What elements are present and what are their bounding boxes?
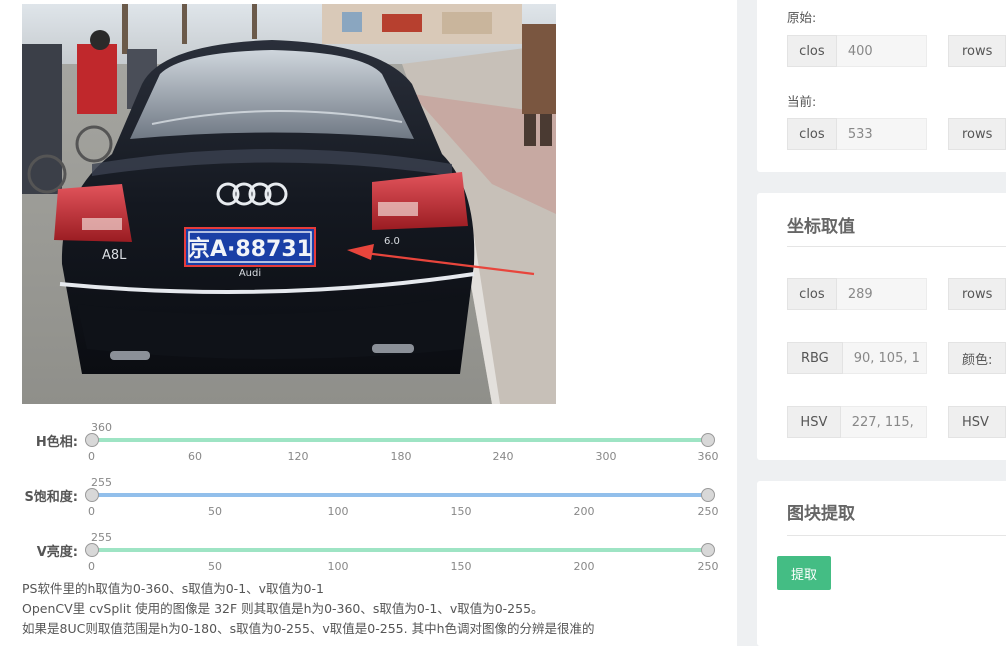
block-card-title: 图块提取	[787, 504, 855, 524]
v-slider-track[interactable]	[92, 548, 708, 552]
hsv-input[interactable]: 227, 115,	[840, 406, 927, 438]
v-tick: 50	[208, 560, 222, 573]
rgb-field[interactable]: RBG 90, 105, 1	[787, 342, 927, 374]
original-label: 原始:	[787, 10, 817, 25]
current-clos-field[interactable]: clos 533	[787, 118, 927, 150]
coord-clos-field[interactable]: clos 289	[787, 278, 927, 310]
v-slider-min-handle[interactable]	[85, 543, 99, 557]
h-tick: 360	[697, 450, 719, 463]
car-photo[interactable]: A8L 6.0 京A·88731 Audi	[22, 4, 556, 404]
h-tick: 0	[88, 450, 95, 463]
divider	[787, 246, 1006, 247]
original-clos-field[interactable]: clos 400	[787, 35, 927, 67]
s-tick: 150	[450, 505, 472, 518]
coord-card: 坐标取值 clos 289 rows RBG 90, 105, 1 颜色: HS…	[757, 193, 1006, 460]
s-tick: 250	[697, 505, 719, 518]
original-rows-addon: rows	[948, 35, 1006, 67]
s-max-value: 255	[91, 476, 112, 489]
divider	[787, 535, 1006, 536]
slider-row-v: 255 V亮度: 0 50 100 150 200 250	[0, 530, 737, 573]
original-clos-input[interactable]: 400	[836, 35, 927, 67]
v-tick: 200	[573, 560, 595, 573]
size-card: 原始: clos 400 rows 当前: clos 533 rows	[757, 0, 1006, 172]
h-slider-track[interactable]	[92, 438, 708, 442]
v-max-value: 255	[91, 531, 112, 544]
h-max-value: 360	[91, 421, 112, 434]
s-tick: 0	[88, 505, 95, 518]
clos-addon: clos	[787, 278, 837, 310]
s-slider-max-handle[interactable]	[701, 488, 715, 502]
note-line: PS软件里的h取值为0-360、s取值为0-1、v取值为0-1	[22, 581, 324, 596]
coord-clos-input[interactable]: 289	[836, 278, 927, 310]
s-slider-min-handle[interactable]	[85, 488, 99, 502]
slider-row-s: 255 S饱和度: 0 50 100 150 200 250	[0, 475, 737, 518]
current-label: 当前:	[787, 94, 817, 109]
extract-button[interactable]: 提取	[777, 556, 831, 590]
h-tick: 180	[390, 450, 412, 463]
hsv2-addon: HSV	[948, 406, 1006, 438]
s-tick: 50	[208, 505, 222, 518]
s-label: S饱和度:	[24, 490, 78, 505]
hsv-field[interactable]: HSV 227, 115,	[787, 406, 927, 438]
color-addon: 颜色:	[948, 342, 1006, 374]
h-tick: 300	[595, 450, 617, 463]
brand-text: Audi	[239, 268, 261, 279]
clos-addon: clos	[787, 35, 837, 67]
engine-badge: 6.0	[384, 236, 400, 247]
v-tick: 250	[697, 560, 719, 573]
hsv-addon: HSV	[787, 406, 841, 438]
clos-addon: clos	[787, 118, 837, 150]
coord-rows-addon: rows	[948, 278, 1006, 310]
note-line: OpenCV里 cvSplit 使用的图像是 32F 则其取值是h为0-360、…	[22, 601, 544, 616]
current-clos-input[interactable]: 533	[836, 118, 927, 150]
v-label: V亮度:	[36, 545, 78, 560]
rgb-addon: RBG	[787, 342, 843, 374]
license-plate: 京A·88731	[188, 236, 312, 262]
h-slider-max-handle[interactable]	[701, 433, 715, 447]
slider-row-h: 360 H色相: 0 60 120 180 240 300 360	[0, 420, 737, 463]
v-tick: 150	[450, 560, 472, 573]
v-tick: 0	[88, 560, 95, 573]
model-badge: A8L	[102, 248, 127, 263]
h-tick: 240	[492, 450, 514, 463]
s-tick: 100	[327, 505, 349, 518]
h-label: H色相:	[35, 435, 78, 450]
coord-card-title: 坐标取值	[787, 217, 855, 237]
h-tick: 60	[188, 450, 202, 463]
v-tick: 100	[327, 560, 349, 573]
notes: PS软件里的h取值为0-360、s取值为0-1、v取值为0-1 OpenCV里 …	[22, 579, 595, 639]
current-rows-addon: rows	[948, 118, 1006, 150]
h-slider-min-handle[interactable]	[85, 433, 99, 447]
rgb-input[interactable]: 90, 105, 1	[842, 342, 927, 374]
s-tick: 200	[573, 505, 595, 518]
note-line: 如果是8UC则取值范围是h为0-180、s取值为0-255、v取值是0-255.…	[22, 621, 595, 636]
h-tick: 120	[287, 450, 309, 463]
s-slider-track[interactable]	[92, 493, 708, 497]
v-slider-max-handle[interactable]	[701, 543, 715, 557]
